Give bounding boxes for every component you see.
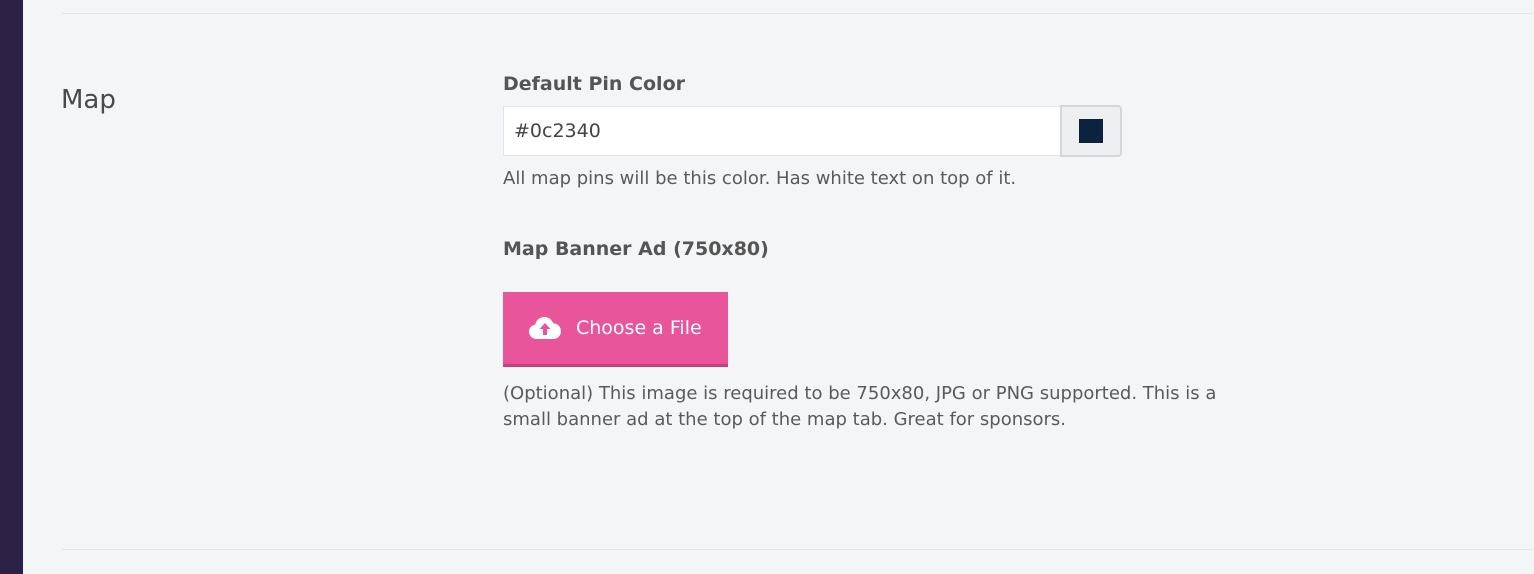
pin-color-label: Default Pin Color: [503, 73, 685, 95]
choose-file-label: Choose a File: [576, 317, 702, 339]
banner-ad-label: Map Banner Ad (750x80): [503, 238, 769, 260]
color-swatch: [1079, 119, 1103, 143]
pin-color-input-group: [503, 105, 1122, 157]
pin-color-help-text: All map pins will be this color. Has whi…: [503, 168, 1017, 189]
section-title: Map: [61, 85, 116, 115]
color-picker-button[interactable]: [1060, 105, 1122, 157]
choose-file-button[interactable]: Choose a File: [503, 292, 728, 367]
banner-ad-help-text: (Optional) This image is required to be …: [503, 383, 1217, 430]
section-divider-top: [62, 13, 1534, 14]
section-divider-bottom: [62, 549, 1534, 550]
sidebar-rail: [0, 0, 23, 574]
pin-color-input[interactable]: [503, 106, 1060, 156]
cloud-upload-icon: [528, 315, 562, 341]
